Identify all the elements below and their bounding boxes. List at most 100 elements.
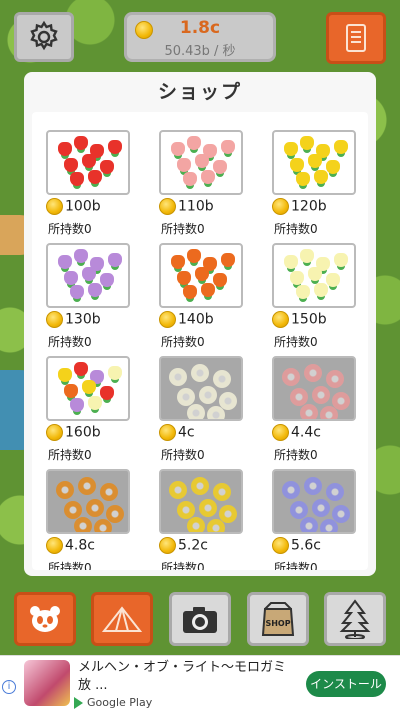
shop-item-list[interactable]: 100b 所持数0 110b 所持数0 120b 所持数0 130b 所持数0 140b 所持数0… bbox=[32, 112, 368, 570]
item-owned-count: 所持数0 bbox=[161, 335, 205, 349]
daisy-flower-image[interactable] bbox=[159, 469, 243, 534]
coin-icon bbox=[272, 537, 289, 554]
tree-button[interactable] bbox=[324, 592, 386, 646]
daisy-flower bbox=[74, 517, 92, 532]
panda-button[interactable] bbox=[14, 592, 76, 646]
coin-icon bbox=[272, 198, 289, 215]
ad-store-label: Google Play bbox=[87, 696, 153, 709]
shop-item[interactable]: 150b 所持数0 bbox=[272, 243, 356, 356]
tulip-flower bbox=[108, 253, 122, 267]
tulip-flower bbox=[201, 283, 215, 297]
shop-item[interactable]: 160b 所持数0 bbox=[46, 356, 130, 469]
daisy-flower bbox=[207, 406, 225, 419]
coin-icon bbox=[272, 424, 289, 441]
daisy-flower bbox=[290, 388, 308, 406]
daisy-flower bbox=[300, 404, 318, 419]
daisy-flower-image[interactable] bbox=[272, 469, 356, 534]
tulip-flower bbox=[290, 271, 304, 285]
camera-button[interactable] bbox=[169, 592, 231, 646]
tulip-flower-image[interactable] bbox=[46, 356, 130, 421]
tulip-flower bbox=[64, 158, 78, 172]
tulip-flower bbox=[58, 368, 72, 382]
shop-item-grid: 100b 所持数0 110b 所持数0 120b 所持数0 130b 所持数0 140b 所持数0… bbox=[46, 130, 356, 570]
tent-button[interactable] bbox=[91, 592, 153, 646]
ad-info-icon[interactable]: i bbox=[2, 680, 16, 694]
daisy-flower bbox=[199, 499, 217, 517]
tulip-flower bbox=[88, 170, 102, 184]
tulip-flower bbox=[74, 362, 88, 376]
tulip-flower-image[interactable] bbox=[159, 130, 243, 195]
daisy-flower bbox=[56, 481, 74, 499]
coin-icon bbox=[46, 537, 63, 554]
coin-icon bbox=[159, 424, 176, 441]
shop-item[interactable]: 5.6c 所持数0 bbox=[272, 469, 356, 570]
settings-button[interactable] bbox=[14, 12, 74, 62]
shop-item[interactable]: 4.8c 所持数0 bbox=[46, 469, 130, 570]
tulip-flower bbox=[314, 283, 328, 297]
ad-install-button[interactable]: インストール bbox=[306, 671, 386, 697]
item-owned-count: 所持数0 bbox=[48, 448, 92, 462]
daisy-flower bbox=[282, 481, 300, 499]
shop-item[interactable]: 100b 所持数0 bbox=[46, 130, 130, 243]
shop-item[interactable]: 4c 所持数0 bbox=[159, 356, 243, 469]
item-owned-count: 所持数0 bbox=[48, 335, 92, 349]
ad-banner[interactable]: i メルヘン・オブ・ライト〜モロガミ放 ... Google Play インスト… bbox=[0, 655, 400, 711]
tulip-flower-image[interactable] bbox=[272, 243, 356, 308]
shop-item[interactable]: 4.4c 所持数0 bbox=[272, 356, 356, 469]
item-owned-count: 所持数0 bbox=[161, 561, 205, 570]
coin-icon bbox=[159, 198, 176, 215]
daisy-flower bbox=[191, 364, 209, 382]
daisy-flower-image[interactable] bbox=[272, 356, 356, 421]
tulip-flower bbox=[296, 285, 310, 299]
daisy-flower bbox=[187, 517, 205, 532]
daisy-flower bbox=[213, 370, 231, 388]
tulip-flower bbox=[88, 283, 102, 297]
item-price: 140b bbox=[159, 311, 214, 328]
daisy-flower-image[interactable] bbox=[46, 469, 130, 534]
item-price-value: 110b bbox=[178, 198, 214, 215]
tulip-flower bbox=[213, 160, 227, 174]
shop-item[interactable]: 110b 所持数0 bbox=[159, 130, 243, 243]
item-price: 160b bbox=[46, 424, 101, 441]
tulip-flower-image[interactable] bbox=[46, 243, 130, 308]
ad-app-icon[interactable] bbox=[24, 660, 70, 706]
shop-button[interactable]: SHOP bbox=[247, 592, 309, 646]
daisy-flower bbox=[304, 477, 322, 495]
coin-icon bbox=[272, 311, 289, 328]
item-owned-count: 所持数0 bbox=[48, 222, 92, 236]
coin-icon bbox=[46, 424, 63, 441]
item-price-value: 100b bbox=[65, 198, 101, 215]
tulip-flower bbox=[195, 267, 209, 281]
item-price-value: 4.8c bbox=[65, 537, 95, 554]
tulip-flower-image[interactable] bbox=[159, 243, 243, 308]
daisy-flower bbox=[191, 477, 209, 495]
tulip-flower bbox=[296, 172, 310, 186]
shop-item[interactable]: 5.2c 所持数0 bbox=[159, 469, 243, 570]
shop-item[interactable]: 120b 所持数0 bbox=[272, 130, 356, 243]
item-price: 100b bbox=[46, 198, 101, 215]
tulip-flower bbox=[100, 160, 114, 174]
daisy-flower bbox=[326, 370, 344, 388]
coin-icon bbox=[159, 537, 176, 554]
tulip-flower bbox=[74, 249, 88, 263]
shop-item[interactable]: 140b 所持数0 bbox=[159, 243, 243, 356]
item-owned-count: 所持数0 bbox=[274, 561, 318, 570]
panda-icon bbox=[30, 606, 60, 632]
daisy-flower bbox=[100, 483, 118, 501]
coin-icon bbox=[46, 198, 63, 215]
tulip-flower bbox=[74, 136, 88, 150]
tent-icon bbox=[102, 606, 142, 632]
tulip-flower bbox=[326, 160, 340, 174]
log-button[interactable] bbox=[326, 12, 386, 64]
daisy-flower bbox=[86, 499, 104, 517]
shop-bag-icon: SHOP bbox=[261, 602, 295, 636]
tulip-flower bbox=[70, 285, 84, 299]
tulip-flower-image[interactable] bbox=[46, 130, 130, 195]
tulip-flower bbox=[183, 285, 197, 299]
daisy-flower-image[interactable] bbox=[159, 356, 243, 421]
tulip-flower-image[interactable] bbox=[272, 130, 356, 195]
shop-item[interactable]: 130b 所持数0 bbox=[46, 243, 130, 356]
ad-title[interactable]: メルヘン・オブ・ライト〜モロガミ放 ... bbox=[78, 659, 288, 695]
tulip-flower bbox=[58, 142, 72, 156]
daisy-flower bbox=[177, 501, 195, 519]
